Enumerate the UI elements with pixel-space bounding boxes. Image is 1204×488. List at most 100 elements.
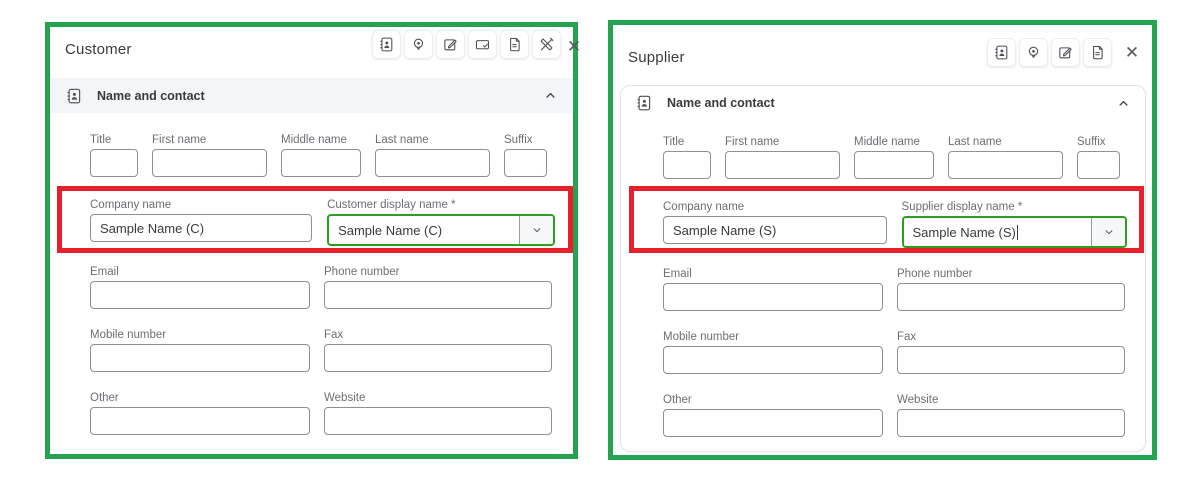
- supplier-display-name-combobox[interactable]: Sample Name (S): [901, 216, 1127, 248]
- phone-input[interactable]: [897, 283, 1125, 311]
- edit-note-icon: [442, 36, 459, 53]
- mobile-input[interactable]: [663, 346, 883, 374]
- last-name-label: Last name: [375, 134, 429, 146]
- company-name-input[interactable]: [663, 216, 887, 244]
- chevron-up-icon[interactable]: [1116, 96, 1131, 111]
- first-name-input[interactable]: [725, 151, 840, 179]
- contact-book-button[interactable]: [372, 30, 401, 59]
- edit-note-button[interactable]: [1051, 38, 1080, 67]
- mobile-fax-row: Mobile number Fax: [90, 328, 555, 372]
- other-input[interactable]: [90, 407, 310, 435]
- suffix-input[interactable]: [504, 149, 547, 177]
- document-icon: [1089, 44, 1106, 61]
- mobile-input[interactable]: [90, 344, 310, 372]
- fax-label: Fax: [324, 329, 344, 341]
- payment-card-button[interactable]: [468, 30, 497, 59]
- name-row: Title First name Middle name Last name S…: [663, 135, 1127, 179]
- chevron-up-icon[interactable]: [543, 88, 558, 103]
- combobox-dropdown-button[interactable]: [520, 216, 553, 244]
- combobox-value: Sample Name (C): [338, 222, 443, 238]
- other-label: Other: [90, 392, 119, 404]
- field-other: Other: [663, 393, 883, 437]
- other-input[interactable]: [663, 409, 883, 437]
- field-title: Title: [90, 133, 138, 177]
- email-label: Email: [90, 266, 119, 278]
- fax-label: Fax: [897, 331, 917, 343]
- customer-close-button[interactable]: ✕: [564, 36, 584, 56]
- customer-dialog: Customer ✕ Name and contact Title First …: [45, 22, 581, 459]
- phone-input[interactable]: [324, 281, 552, 309]
- field-supplier-display-name: Supplier display name * Sample Name (S): [901, 200, 1127, 248]
- suffix-label: Suffix: [1077, 136, 1106, 148]
- document-button[interactable]: [500, 30, 529, 59]
- field-email: Email: [663, 267, 883, 311]
- field-last-name: Last name: [948, 135, 1063, 179]
- screenshot-canvas: { "colors": { "annotation_green": "#25a3…: [0, 0, 1204, 488]
- name-row: Title First name Middle name Last name S…: [90, 133, 555, 177]
- middle-name-input[interactable]: [854, 151, 934, 179]
- field-first-name: First name: [152, 133, 267, 177]
- chevron-down-icon: [530, 223, 544, 237]
- phone-label: Phone number: [324, 266, 400, 278]
- last-name-label: Last name: [948, 136, 1002, 148]
- email-input[interactable]: [663, 283, 883, 311]
- customer-section-name-and-contact[interactable]: Name and contact: [50, 78, 573, 113]
- suffix-input[interactable]: [1077, 151, 1120, 179]
- edit-note-button[interactable]: [436, 30, 465, 59]
- customer-dialog-title: Customer: [65, 41, 132, 58]
- section-title: Name and contact: [667, 96, 775, 110]
- last-name-input[interactable]: [948, 151, 1063, 179]
- customer-form: Title First name Middle name Last name S…: [50, 113, 573, 435]
- contact-book-icon: [378, 36, 395, 53]
- supplier-close-button[interactable]: ✕: [1122, 43, 1142, 63]
- field-mobile: Mobile number: [90, 328, 310, 372]
- website-label: Website: [897, 394, 939, 406]
- field-company-name: Company name: [90, 198, 313, 246]
- close-icon: ✕: [1124, 43, 1140, 62]
- title-input[interactable]: [663, 151, 711, 179]
- phone-label: Phone number: [897, 268, 973, 280]
- email-input[interactable]: [90, 281, 310, 309]
- location-pin-button[interactable]: [1019, 38, 1048, 67]
- field-phone: Phone number: [897, 267, 1125, 311]
- first-name-label: First name: [725, 136, 780, 148]
- field-phone: Phone number: [324, 265, 552, 309]
- design-tools-button[interactable]: [532, 30, 561, 59]
- document-button[interactable]: [1083, 38, 1112, 67]
- last-name-input[interactable]: [375, 149, 490, 177]
- first-name-input[interactable]: [152, 149, 267, 177]
- fax-input[interactable]: [324, 344, 552, 372]
- first-name-label: First name: [152, 134, 207, 146]
- supplier-toolbar: ✕: [987, 38, 1142, 67]
- title-label: Title: [90, 134, 112, 146]
- field-fax: Fax: [897, 330, 1125, 374]
- document-icon: [506, 36, 523, 53]
- contact-book-button[interactable]: [987, 38, 1016, 67]
- supplier-toolbar-icons: [987, 38, 1112, 67]
- combobox-value: Sample Name (S): [912, 224, 1018, 240]
- title-input[interactable]: [90, 149, 138, 177]
- field-suffix: Suffix: [504, 133, 547, 177]
- middle-name-input[interactable]: [281, 149, 361, 177]
- email-label: Email: [663, 268, 692, 280]
- customer-display-name-combobox[interactable]: Sample Name (C): [327, 214, 555, 246]
- fax-input[interactable]: [897, 346, 1125, 374]
- company-row: Company name Customer display name * Sam…: [90, 198, 555, 246]
- website-input[interactable]: [324, 407, 552, 435]
- field-other: Other: [90, 391, 310, 435]
- company-name-label: Company name: [90, 199, 172, 211]
- supplier-name-contact-card: Name and contact Title First name Middle…: [620, 85, 1146, 452]
- contact-book-icon: [65, 87, 83, 105]
- company-name-input[interactable]: [90, 214, 313, 242]
- email-phone-row: Email Phone number: [663, 267, 1127, 311]
- supplier-section-name-and-contact[interactable]: Name and contact: [621, 86, 1145, 120]
- mobile-label: Mobile number: [90, 329, 167, 341]
- combobox-dropdown-button[interactable]: [1092, 218, 1125, 246]
- field-company-name: Company name: [663, 200, 887, 248]
- display-name-label: Supplier display name *: [901, 201, 1023, 213]
- location-pin-button[interactable]: [404, 30, 433, 59]
- website-label: Website: [324, 392, 366, 404]
- section-title: Name and contact: [97, 88, 205, 103]
- website-input[interactable]: [897, 409, 1125, 437]
- field-website: Website: [324, 391, 552, 435]
